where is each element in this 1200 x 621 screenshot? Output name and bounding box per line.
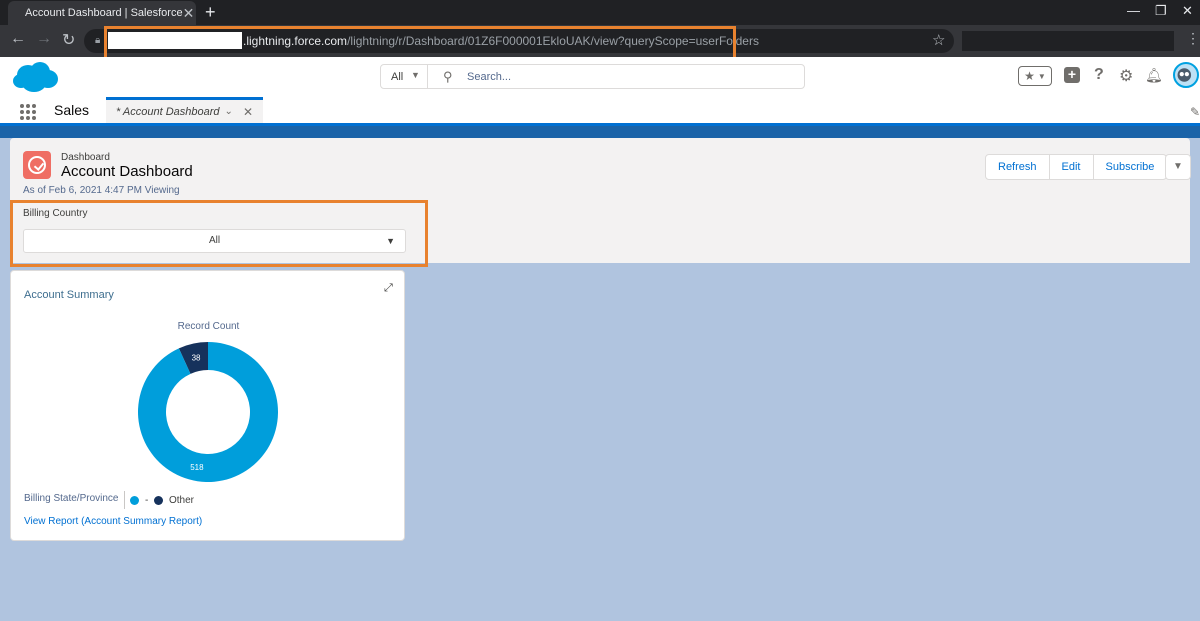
user-avatar-icon (1177, 68, 1192, 82)
tab-account-dashboard[interactable]: * Account Dashboard ⌄ ✕ (106, 97, 263, 123)
header-band (0, 126, 1200, 138)
browser-tab-title: Account Dashboard | Salesforce (25, 7, 183, 19)
lock-icon: 🔒︎ (95, 35, 101, 46)
app-navigation: Sales * Account Dashboard ⌄ ✕ ✎ (0, 97, 1200, 126)
donut-slice-dash[interactable] (137, 342, 278, 482)
forward-icon[interactable]: → (36, 30, 52, 48)
new-tab-button[interactable]: + (205, 2, 216, 22)
legend-dot (130, 496, 139, 505)
page-title: Account Dashboard (61, 163, 193, 180)
legend-item-dash[interactable]: - (130, 495, 148, 506)
search-scope-label: All (391, 71, 404, 83)
more-actions-button[interactable]: ▼ (1165, 154, 1191, 180)
restore-icon[interactable]: ❐ (1155, 3, 1167, 19)
gear-icon[interactable]: ⚙ (1119, 66, 1133, 86)
record-type-label: Dashboard (61, 152, 110, 163)
chart-title: Record Count (177, 321, 240, 332)
bell-icon[interactable]: 🔔︎ (1145, 67, 1163, 84)
app-name: Sales (54, 102, 90, 118)
view-report-link[interactable]: View Report (Account Summary Report) (24, 516, 202, 527)
browser-tab[interactable]: Account Dashboard | Salesforce ✕ (8, 1, 196, 25)
close-window-icon[interactable]: ✕ (1182, 3, 1193, 19)
donut-chart[interactable]: 38 518 (137, 341, 279, 483)
chevron-down-icon[interactable]: ⌄ (225, 106, 233, 117)
browser-tab-bar: Account Dashboard | Salesforce ✕ + — ❐ ✕ (0, 0, 1200, 25)
dashboard-icon (23, 151, 51, 179)
donut-data-label: 518 (190, 463, 204, 472)
search-icon: ⚲ (443, 69, 453, 84)
back-icon[interactable]: ← (10, 30, 26, 48)
global-header: All ▼ ⚲ ★▼ + ? ⚙ 🔔︎ (0, 57, 1200, 97)
widget-title[interactable]: Account Summary (24, 289, 114, 301)
help-icon[interactable]: ? (1094, 66, 1104, 84)
favorites-button[interactable]: ★ ▼ (1018, 66, 1052, 86)
minimize-icon[interactable]: — (1127, 3, 1140, 18)
expand-icon[interactable]: ⤢ (384, 282, 393, 295)
tab-label: * Account Dashboard (116, 105, 220, 118)
reload-icon[interactable]: ↻ (62, 30, 75, 50)
legend-label: - (145, 495, 149, 506)
legend-divider (124, 491, 125, 509)
account-summary-widget: Account Summary ⤢ Record Count 38 518 Bil… (10, 270, 405, 541)
global-search: All ▼ ⚲ (380, 64, 805, 89)
bookmark-star-icon[interactable]: ☆ (932, 31, 945, 49)
dashboard-actions: Refresh Edit Subscribe (985, 154, 1168, 180)
legend-item-other[interactable]: Other (154, 495, 194, 506)
search-input[interactable] (467, 67, 787, 86)
extensions-area (962, 31, 1174, 51)
refresh-button[interactable]: Refresh (986, 155, 1050, 179)
salesforce-logo-icon[interactable] (12, 61, 59, 93)
global-actions-icon[interactable]: + (1064, 67, 1080, 83)
avatar[interactable] (1173, 62, 1199, 88)
legend-label: Other (169, 495, 195, 506)
donut-data-label: 38 (192, 353, 201, 362)
as-of-timestamp: As of Feb 6, 2021 4:47 PM Viewing (23, 185, 180, 196)
subscribe-button[interactable]: Subscribe (1094, 155, 1167, 179)
app-launcher-icon[interactable] (20, 104, 36, 120)
star-icon: ★ (1024, 69, 1035, 83)
browser-menu-icon[interactable]: ⋮ (1186, 30, 1200, 47)
legend-dot (154, 496, 163, 505)
chevron-down-icon: ▼ (1037, 71, 1046, 81)
close-tab-icon[interactable]: ✕ (183, 5, 195, 22)
edit-nav-icon[interactable]: ✎ (1190, 105, 1200, 119)
legend-title: Billing State/Province (24, 493, 119, 504)
url-highlight-box (104, 26, 736, 61)
filter-highlight-box (10, 200, 428, 267)
close-icon[interactable]: ✕ (243, 105, 253, 119)
chevron-down-icon: ▼ (411, 70, 420, 80)
search-scope-select[interactable]: All ▼ (381, 65, 428, 88)
edit-button[interactable]: Edit (1050, 155, 1094, 179)
